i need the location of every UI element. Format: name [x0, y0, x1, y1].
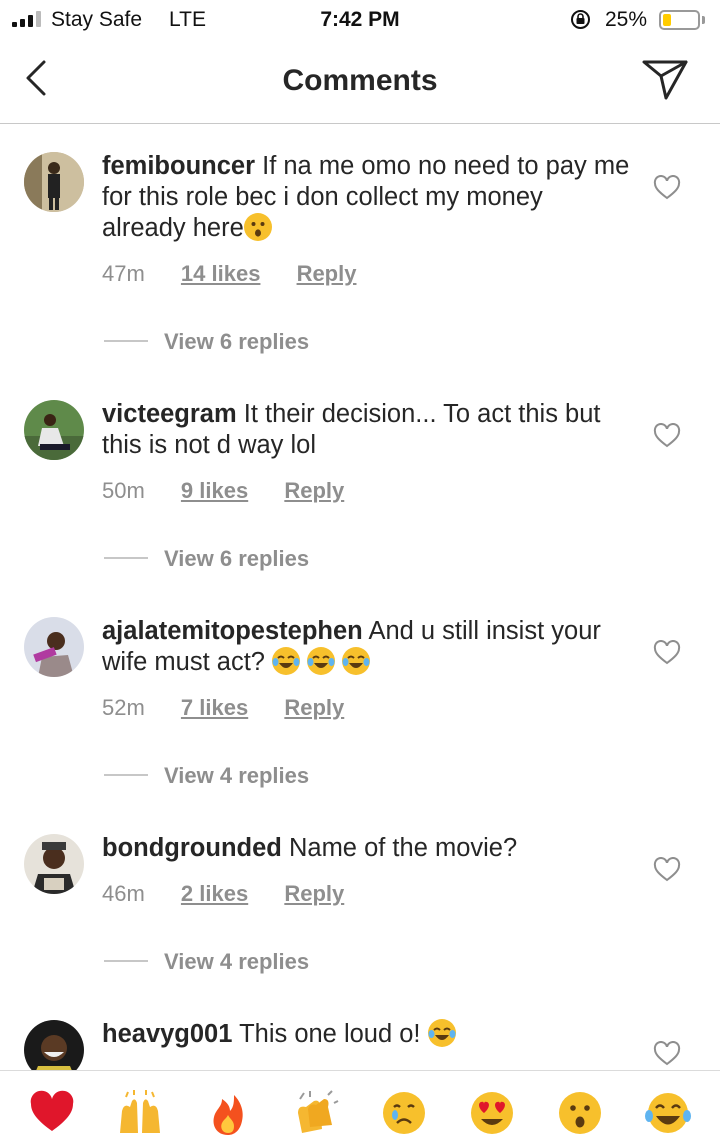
avatar[interactable]	[24, 152, 84, 212]
battery-tip	[702, 16, 705, 24]
view-replies-label: View 4 replies	[164, 763, 310, 788]
view-replies-button[interactable]: View 6 replies	[104, 546, 309, 572]
view-replies-label: View 6 replies	[164, 546, 310, 571]
battery-icon	[659, 10, 700, 30]
view-replies-label: View 4 replies	[164, 949, 310, 974]
reply-button[interactable]: Reply	[284, 695, 344, 721]
battery-percent: 25%	[605, 8, 648, 31]
quick-reaction-bar	[0, 1070, 720, 1145]
comment-body: ajalatemitopestephen And u still insist …	[102, 616, 632, 678]
comment-meta: 52m 7 likes Reply	[102, 695, 344, 721]
comment-body: femibouncer If na me omo no need to pay …	[102, 151, 632, 244]
tears-of-joy-emoji	[272, 647, 301, 675]
like-heart-icon[interactable]	[653, 640, 681, 666]
view-replies-button[interactable]: View 4 replies	[104, 949, 309, 975]
heart-eyes-icon[interactable]	[468, 1089, 516, 1137]
like-heart-icon[interactable]	[653, 423, 681, 449]
view-replies-label: View 6 replies	[164, 329, 310, 354]
comment-likes-link[interactable]: 2 likes	[181, 881, 248, 907]
tears-of-joy-emoji	[307, 647, 336, 675]
fire-icon[interactable]	[204, 1089, 252, 1137]
comment-body: victeegram It their decision... To act t…	[102, 399, 632, 461]
comment-time: 50m	[102, 478, 145, 503]
avatar[interactable]	[24, 617, 84, 677]
comment-time: 47m	[102, 261, 145, 286]
red-heart-icon[interactable]	[28, 1089, 76, 1137]
replies-divider	[104, 960, 148, 963]
crying-face-icon[interactable]	[380, 1089, 428, 1137]
status-bar: Stay Safe LTE 7:42 PM 25%	[0, 0, 720, 40]
reply-button[interactable]: Reply	[297, 261, 357, 287]
tears-of-joy-icon[interactable]	[644, 1089, 692, 1137]
comment-username[interactable]: ajalatemitopestephen	[102, 617, 363, 645]
comment-username[interactable]: bondgrounded	[102, 834, 282, 862]
view-replies-button[interactable]: View 6 replies	[104, 329, 309, 355]
comment-likes-link[interactable]: 7 likes	[181, 695, 248, 721]
comment-username[interactable]: heavyg001	[102, 1020, 232, 1048]
comment-likes-link[interactable]: 14 likes	[181, 261, 261, 287]
rotation-lock-icon	[571, 10, 590, 29]
avatar[interactable]	[24, 400, 84, 460]
tears-of-joy-emoji	[427, 1019, 456, 1047]
tears-of-joy-emoji	[342, 647, 371, 675]
replies-divider	[104, 774, 148, 777]
comment-text: This one loud o!	[239, 1020, 421, 1048]
clapping-hands-icon[interactable]	[292, 1089, 340, 1137]
comment-body: heavyg001 This one loud o!	[102, 1019, 632, 1050]
like-heart-icon[interactable]	[653, 175, 681, 201]
comment-meta: 46m 2 likes Reply	[102, 881, 344, 907]
navigation-bar: Comments	[0, 40, 720, 124]
comment-username[interactable]: femibouncer	[102, 152, 255, 180]
raising-hands-icon[interactable]	[116, 1089, 164, 1137]
avatar[interactable]	[24, 1020, 84, 1070]
comment-text: Name of the movie?	[288, 834, 518, 862]
hushed-face-icon[interactable]	[556, 1089, 604, 1137]
comment-time: 52m	[102, 695, 145, 720]
comment-likes-link[interactable]: 9 likes	[181, 478, 248, 504]
like-heart-icon[interactable]	[653, 857, 681, 883]
replies-divider	[104, 340, 148, 343]
comment-time: 46m	[102, 881, 145, 906]
comment-body: bondgrounded Name of the movie?	[102, 833, 632, 864]
comment-meta: 50m 9 likes Reply	[102, 478, 344, 504]
comment-list: femibouncer If na me omo no need to pay …	[0, 125, 720, 1070]
view-replies-button[interactable]: View 4 replies	[104, 763, 309, 789]
page-title: Comments	[282, 64, 438, 97]
comment-username[interactable]: victeegram	[102, 400, 237, 428]
direct-message-icon[interactable]	[640, 56, 690, 102]
avatar[interactable]	[24, 834, 84, 894]
like-heart-icon[interactable]	[653, 1041, 681, 1067]
replies-divider	[104, 557, 148, 560]
reply-button[interactable]: Reply	[284, 478, 344, 504]
comment-meta: 47m 14 likes Reply	[102, 261, 356, 287]
hushed-face-emoji	[243, 213, 272, 241]
reply-button[interactable]: Reply	[284, 881, 344, 907]
